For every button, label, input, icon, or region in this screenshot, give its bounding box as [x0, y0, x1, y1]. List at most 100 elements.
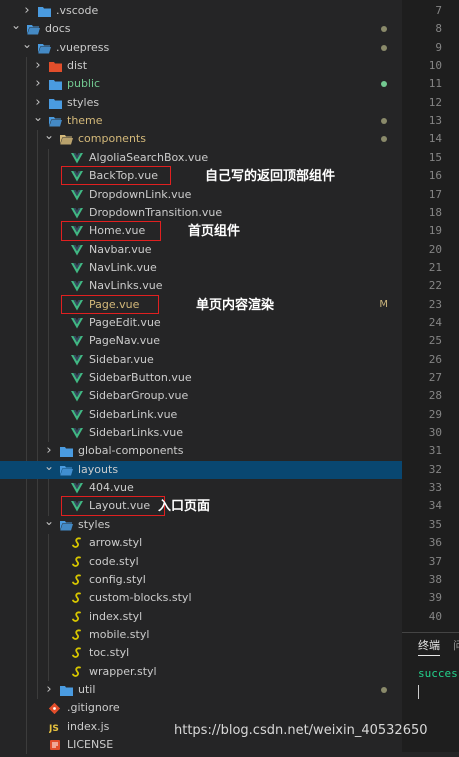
- tree-item-index-styl[interactable]: index.styl: [0, 608, 402, 626]
- tree-item-styles[interactable]: ⌄ styles: [0, 514, 402, 534]
- tree-item-label: public: [67, 77, 101, 91]
- tree-item-label: mobile.styl: [89, 627, 150, 641]
- tree-item-sidebarbutton-vue[interactable]: SidebarButton.vue: [0, 369, 402, 387]
- tree-item-dist[interactable]: › dist: [0, 57, 402, 75]
- chevron-down-icon[interactable]: ⌄: [44, 126, 54, 144]
- tree-item-mobile-styl[interactable]: mobile.styl: [0, 626, 402, 644]
- line-number: 8: [435, 22, 442, 36]
- tree-item-components[interactable]: ⌄ components: [0, 128, 402, 148]
- line-number: 9: [435, 40, 442, 54]
- terminal-cursor: [418, 685, 419, 699]
- chevron-right-icon[interactable]: ›: [44, 681, 54, 699]
- folder-icon: [60, 445, 73, 458]
- tree-item-config-styl[interactable]: config.styl: [0, 571, 402, 589]
- annotation-label: 入口页面: [158, 499, 211, 515]
- explorer-tree: › .vscode ⌄ docs ⌄ .vuepress › dist › public › styl…: [0, 0, 402, 755]
- tree-item-layouts[interactable]: ⌄ layouts: [0, 459, 402, 479]
- tree-item-gitignore[interactable]: .gitignore: [0, 699, 402, 717]
- tree-item-sidebar-vue[interactable]: Sidebar.vue: [0, 351, 402, 369]
- modified-badge: M: [379, 298, 388, 310]
- folder-icon: [49, 115, 62, 127]
- line-number: 7: [435, 4, 442, 17]
- tree-item-label: index.styl: [89, 609, 143, 623]
- tree-item-pagenav-vue[interactable]: PageNav.vue: [0, 332, 402, 350]
- vue-file-icon: [71, 262, 84, 274]
- tree-item-label: PageNav.vue: [89, 334, 161, 348]
- tree-item-navbar-vue[interactable]: Navbar.vue: [0, 241, 402, 259]
- vue-file-icon: [71, 244, 84, 256]
- tree-item-label: styles: [78, 517, 111, 531]
- line-number: 26: [428, 352, 442, 366]
- line-number: 15: [428, 150, 442, 164]
- tree-item-license[interactable]: LICENSE: [0, 736, 402, 754]
- tree-item-wrapper-styl[interactable]: wrapper.styl: [0, 663, 402, 681]
- git-file-icon: [48, 702, 62, 715]
- line-number: 23: [428, 297, 442, 311]
- annotation-label: 单页内容渲染: [196, 297, 275, 313]
- line-number: 28: [428, 389, 442, 403]
- tree-item-dropdownlink-vue[interactable]: DropdownLink.vue: [0, 186, 402, 204]
- tree-item-global-components[interactable]: › global-components: [0, 442, 402, 460]
- annotation-label: 首页组件: [188, 224, 241, 240]
- vue-file-icon: [71, 335, 84, 347]
- tree-item-label: Layout.vue: [89, 499, 151, 513]
- tree-item-docs[interactable]: ⌄ docs: [0, 18, 402, 38]
- tree-item-sidebarlink-vue[interactable]: SidebarLink.vue: [0, 406, 402, 424]
- tree-item-custom-blocks-styl[interactable]: custom-blocks.styl: [0, 589, 402, 607]
- tree-item-vuepress[interactable]: ⌄ .vuepress: [0, 37, 402, 57]
- tree-item-label: PageEdit.vue: [89, 315, 161, 329]
- js-file-icon: JS: [48, 721, 62, 734]
- vue-file-icon: [71, 170, 84, 182]
- tree-item-label: SidebarGroup.vue: [89, 389, 189, 403]
- tree-item-navlink-vue[interactable]: NavLink.vue: [0, 259, 402, 277]
- line-number: 10: [428, 59, 442, 73]
- folder-icon: [38, 42, 51, 54]
- tree-item-label: config.styl: [89, 572, 146, 586]
- tree-item-util[interactable]: › util: [0, 681, 402, 699]
- chevron-down-icon[interactable]: ⌄: [44, 457, 54, 475]
- vue-file-icon: [71, 390, 84, 402]
- tree-item-label: .vuepress: [56, 40, 110, 54]
- tree-item-label: AlgoliaSearchBox.vue: [89, 150, 209, 164]
- terminal-output: succes: [418, 667, 458, 680]
- line-number: 25: [428, 334, 442, 348]
- tree-item-algoliasearchbox-vue[interactable]: AlgoliaSearchBox.vue: [0, 149, 402, 167]
- line-number: 14: [428, 132, 442, 146]
- tree-item-label: util: [78, 682, 96, 696]
- tree-item-backtop-vue[interactable]: BackTop.vue: [0, 167, 402, 185]
- chevron-down-icon[interactable]: ⌄: [11, 16, 21, 34]
- tree-item-dropdowntransition-vue[interactable]: DropdownTransition.vue: [0, 204, 402, 222]
- tree-item-label: SidebarLinks.vue: [89, 426, 184, 440]
- tree-item-arrow-styl[interactable]: arrow.styl: [0, 534, 402, 552]
- tree-item-code-styl[interactable]: code.styl: [0, 553, 402, 571]
- tree-item-label: Sidebar.vue: [89, 352, 154, 366]
- line-number: 17: [428, 187, 442, 201]
- tree-item-label: arrow.styl: [89, 536, 143, 550]
- status-dot: [381, 686, 387, 693]
- chevron-right-icon[interactable]: ›: [33, 75, 43, 93]
- editor-gutter: 7 8 9 10 11 12 13 14 15 16 17 18 19 20 21 22 23 24 25 26 27 2…: [402, 0, 459, 632]
- chevron-right-icon[interactable]: ›: [33, 57, 43, 75]
- tree-item-toc-styl[interactable]: toc.styl: [0, 644, 402, 662]
- chevron-down-icon[interactable]: ⌄: [44, 512, 54, 530]
- status-dot: [381, 136, 387, 143]
- tree-item-pageedit-vue[interactable]: PageEdit.vue: [0, 314, 402, 332]
- tree-item-theme[interactable]: ⌄ theme: [0, 110, 402, 130]
- tree-item-404-vue[interactable]: 404.vue: [0, 479, 402, 497]
- chevron-down-icon[interactable]: ⌄: [33, 108, 43, 126]
- chevron-right-icon[interactable]: ›: [22, 2, 32, 20]
- tree-item-label: components: [78, 132, 146, 146]
- tree-item-label: toc.styl: [89, 646, 130, 660]
- tree-item-styles[interactable]: › styles: [0, 94, 402, 112]
- tree-item-navlinks-vue[interactable]: NavLinks.vue: [0, 277, 402, 295]
- tab-problems[interactable]: 问: [453, 637, 459, 653]
- tree-item-label: SidebarButton.vue: [89, 371, 192, 384]
- tab-terminal[interactable]: 终端: [418, 637, 440, 653]
- chevron-down-icon[interactable]: ⌄: [22, 35, 32, 53]
- line-number: 13: [428, 114, 442, 128]
- tree-item-public[interactable]: › public: [0, 75, 402, 93]
- tree-item-sidebarlinks-vue[interactable]: SidebarLinks.vue: [0, 424, 402, 442]
- tree-item-vscode[interactable]: › .vscode: [0, 2, 402, 20]
- line-number: 34: [428, 499, 442, 513]
- tree-item-sidebargroup-vue[interactable]: SidebarGroup.vue: [0, 387, 402, 405]
